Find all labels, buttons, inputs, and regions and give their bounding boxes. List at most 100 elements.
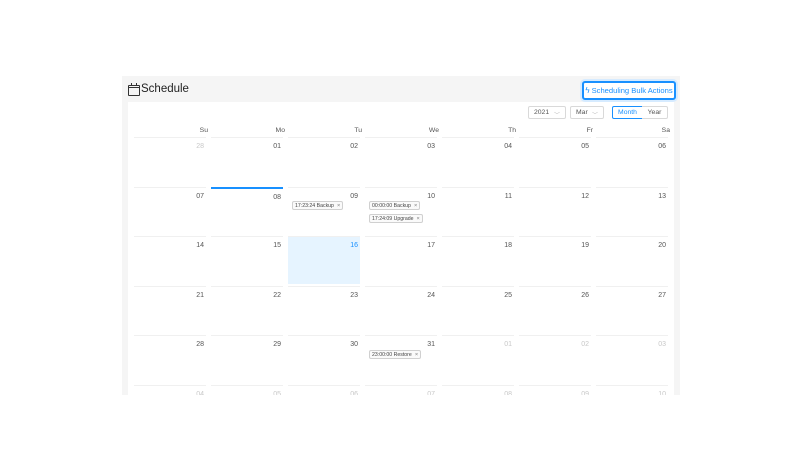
calendar-icon — [128, 83, 140, 96]
date-cell[interactable]: 24 — [365, 285, 437, 334]
date-number: 11 — [504, 192, 512, 200]
date-cell[interactable]: 04 — [134, 385, 206, 395]
lightning-icon: ϟ — [585, 86, 590, 95]
event-mar31-restore[interactable]: 23:00:00 Restore × — [369, 350, 422, 359]
page-title: Schedule — [141, 83, 189, 95]
date-cell[interactable]: 07 — [134, 186, 206, 235]
date-cell[interactable]: 13 — [596, 186, 668, 235]
date-cell[interactable]: 23 — [288, 285, 360, 334]
date-cell[interactable]: 07 — [365, 385, 437, 395]
event-mar10-upgrade[interactable]: 17:24:09 Upgrade × — [369, 214, 423, 223]
date-number: 04 — [196, 391, 204, 395]
date-cell[interactable]: 06 — [596, 137, 668, 185]
date-number: 06 — [658, 143, 666, 150]
date-cell[interactable]: 11 — [442, 186, 514, 235]
date-number: 25 — [504, 291, 512, 299]
weekday-label: We — [428, 127, 439, 134]
chevron-down-icon: ﹀ — [591, 113, 598, 119]
date-number: 13 — [658, 192, 666, 200]
date-number: 05 — [273, 391, 281, 395]
close-icon[interactable]: × — [414, 203, 417, 209]
date-number: 19 — [581, 242, 589, 250]
close-icon[interactable]: × — [417, 216, 420, 222]
date-cell[interactable]: 10 — [596, 385, 668, 395]
close-icon[interactable]: × — [337, 203, 340, 209]
date-cell[interactable]: 08 — [211, 186, 283, 235]
date-number: 16 — [350, 242, 358, 250]
date-cell[interactable]: 06 — [288, 385, 360, 395]
weekday-label: Fr — [586, 127, 593, 134]
calendar: 2021 ﹀ Mar ﹀ Month Year Su Mo Tu We Th Fr Sa 2… — [128, 102, 674, 395]
date-cell[interactable]: 29 — [211, 335, 283, 383]
scheduling-bulk-actions-button[interactable]: ϟ Scheduling Bulk Actions — [582, 81, 676, 100]
event-mar10-backup[interactable]: 00:00:00 Backup × — [369, 201, 421, 210]
date-cell[interactable]: 01 — [211, 137, 283, 185]
date-number: 23 — [350, 291, 358, 299]
date-number: 15 — [273, 242, 281, 250]
date-cell[interactable]: 03 — [596, 335, 668, 383]
date-cell[interactable]: 05 — [519, 137, 591, 185]
date-cell[interactable]: 21 — [134, 285, 206, 334]
date-cell[interactable]: 19 — [519, 236, 591, 284]
mode-year-button[interactable]: Year — [642, 106, 668, 119]
date-number: 28 — [196, 143, 204, 150]
date-cell[interactable]: 15 — [211, 236, 283, 284]
date-cell[interactable]: 20 — [596, 236, 668, 284]
event-mar09-backup[interactable]: 17:23:24 Backup × — [292, 201, 344, 210]
date-cell[interactable]: 12 — [519, 186, 591, 235]
date-cell[interactable]: 08 — [442, 385, 514, 395]
date-number: 08 — [504, 391, 512, 395]
date-number: 24 — [427, 291, 435, 299]
year-select[interactable]: 2021 ﹀ — [528, 106, 566, 119]
date-number: 03 — [658, 341, 666, 349]
weekday-label: Tu — [354, 127, 362, 134]
weekday-label: Th — [508, 127, 516, 134]
weekday-label: Su — [199, 127, 208, 134]
date-number: 20 — [658, 242, 666, 250]
date-number: 01 — [504, 341, 512, 349]
date-number: 26 — [581, 291, 589, 299]
date-cell[interactable]: 09 — [288, 186, 360, 235]
weekday-label: Mo — [275, 127, 285, 134]
date-number: 28 — [196, 341, 204, 349]
event-label: 17:23:24 Backup — [295, 202, 334, 209]
date-number: 07 — [196, 192, 204, 200]
date-number: 17 — [427, 242, 435, 250]
event-label: 23:00:00 Restore — [372, 351, 412, 358]
date-cell[interactable]: 27 — [596, 285, 668, 334]
date-cell[interactable]: 10 — [365, 186, 437, 235]
date-cell[interactable]: 26 — [519, 285, 591, 334]
date-number: 12 — [581, 192, 589, 200]
date-number: 29 — [273, 341, 281, 349]
date-cell[interactable]: 09 — [519, 385, 591, 395]
month-select[interactable]: Mar ﹀ — [570, 106, 604, 119]
date-cell[interactable]: 14 — [134, 236, 206, 284]
date-cell[interactable]: 04 — [442, 137, 514, 185]
date-number: 14 — [196, 242, 204, 250]
date-cell[interactable]: 03 — [365, 137, 437, 185]
date-cell[interactable]: 28 — [134, 137, 206, 185]
date-number: 10 — [658, 391, 666, 395]
date-cell[interactable]: 25 — [442, 285, 514, 334]
date-cell[interactable]: 01 — [442, 335, 514, 383]
date-number: 06 — [350, 391, 358, 395]
date-cell[interactable]: 22 — [211, 285, 283, 334]
date-cell[interactable]: 16 — [288, 236, 360, 285]
close-icon[interactable]: × — [415, 352, 418, 358]
date-number: 09 — [350, 192, 358, 200]
date-cell[interactable]: 02 — [519, 335, 591, 383]
date-cell[interactable]: 28 — [134, 335, 206, 383]
date-number: 02 — [350, 143, 358, 150]
date-number: 18 — [504, 242, 512, 250]
date-cell[interactable]: 31 — [365, 335, 437, 383]
chevron-down-icon: ﹀ — [553, 113, 560, 119]
date-cell[interactable]: 05 — [211, 385, 283, 395]
mode-month-button[interactable]: Month — [612, 106, 643, 119]
date-cell[interactable]: 30 — [288, 335, 360, 383]
date-number: 04 — [504, 143, 512, 150]
event-label: 17:24:09 Upgrade — [372, 215, 414, 222]
date-cell[interactable]: 17 — [365, 236, 437, 284]
date-cell[interactable]: 02 — [288, 137, 360, 185]
date-cell[interactable]: 18 — [442, 236, 514, 284]
year-value: 2021 — [534, 109, 550, 116]
